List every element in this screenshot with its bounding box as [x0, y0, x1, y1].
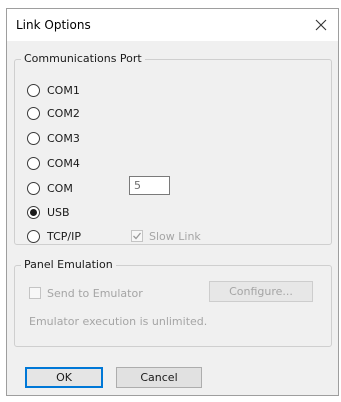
- radio-usb-label: USB: [47, 205, 70, 219]
- radio-tcpip-circle[interactable]: [27, 229, 40, 243]
- radio-com4[interactable]: COM4: [27, 155, 80, 171]
- communications-port-group: Communications Port COM1 COM2 COM3 COM4 …: [14, 52, 332, 245]
- communications-port-legend: Communications Port: [21, 52, 145, 65]
- cancel-button[interactable]: Cancel: [116, 367, 202, 388]
- radio-usb-circle[interactable]: [27, 205, 40, 219]
- close-button[interactable]: [310, 14, 332, 36]
- radio-com1-label: COM1: [47, 83, 80, 97]
- radio-com4-label: COM4: [47, 156, 80, 170]
- radio-com3-label: COM3: [47, 131, 80, 145]
- close-icon: [315, 19, 327, 31]
- radio-com1-circle[interactable]: [27, 83, 40, 97]
- radio-com[interactable]: COM: [27, 180, 73, 196]
- slow-link-check-box[interactable]: [131, 230, 143, 242]
- radio-com2-circle[interactable]: [27, 106, 40, 120]
- radio-com4-circle[interactable]: [27, 156, 40, 170]
- configure-button[interactable]: Configure...: [209, 281, 313, 302]
- panel-emulation-legend: Panel Emulation: [21, 258, 116, 271]
- radio-com-circle[interactable]: [27, 181, 40, 195]
- radio-usb[interactable]: USB: [27, 204, 70, 220]
- radio-tcpip-label: TCP/IP: [47, 229, 81, 243]
- ok-button[interactable]: OK: [25, 367, 103, 388]
- radio-com2[interactable]: COM2: [27, 105, 80, 121]
- emulator-status-text: Emulator execution is unlimited.: [29, 315, 208, 328]
- radio-com-label: COM: [47, 181, 73, 195]
- radio-com2-label: COM2: [47, 106, 80, 120]
- panel-emulation-group: Panel Emulation Send to Emulator Configu…: [14, 258, 332, 347]
- send-to-emulator-checkbox[interactable]: Send to Emulator: [29, 285, 143, 301]
- slow-link-label: Slow Link: [149, 229, 201, 243]
- send-to-emulator-check-box[interactable]: [29, 287, 41, 299]
- radio-com1[interactable]: COM1: [27, 82, 80, 98]
- radio-com3[interactable]: COM3: [27, 130, 80, 146]
- dialog-title: Link Options: [16, 18, 91, 32]
- link-options-dialog: Link Options Communications Port COM1 CO…: [6, 8, 339, 396]
- radio-tcpip[interactable]: TCP/IP: [27, 228, 81, 244]
- checkmark-icon: [133, 232, 142, 240]
- title-bar: Link Options: [7, 9, 338, 41]
- com-port-number-input[interactable]: 5: [129, 176, 170, 195]
- slow-link-checkbox[interactable]: Slow Link: [131, 228, 201, 244]
- radio-com3-circle[interactable]: [27, 131, 40, 145]
- send-to-emulator-label: Send to Emulator: [47, 286, 143, 300]
